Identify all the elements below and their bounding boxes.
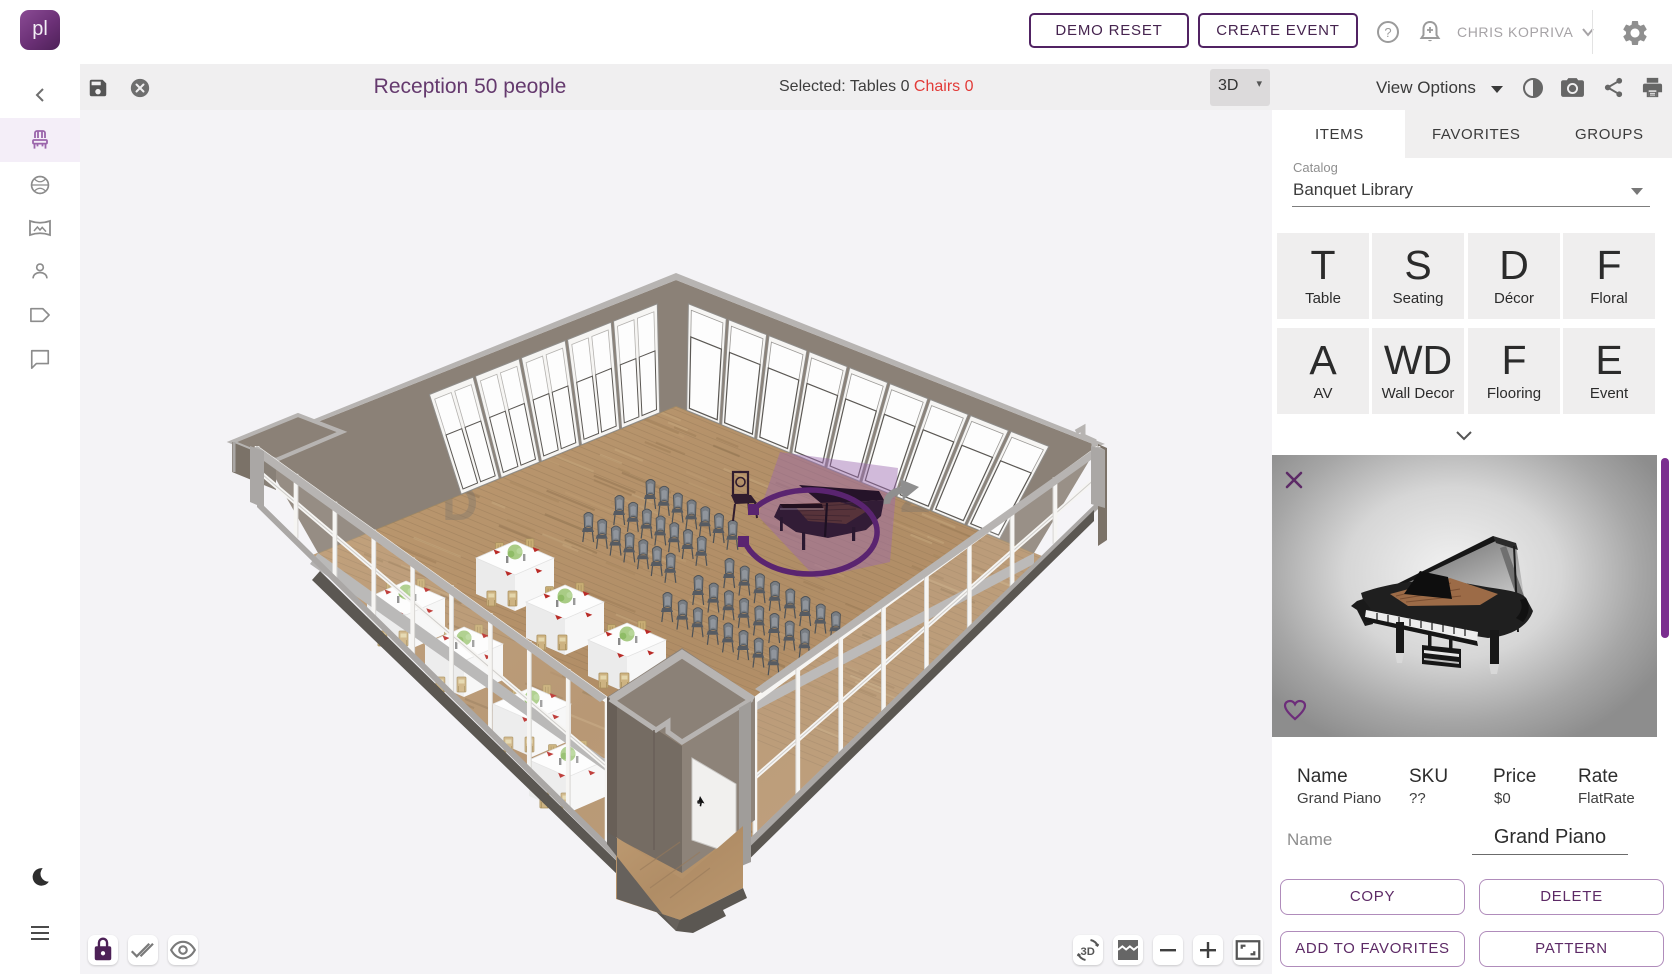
svg-text:?: ? [1384,25,1391,40]
svg-text:3D: 3D [1081,946,1095,958]
